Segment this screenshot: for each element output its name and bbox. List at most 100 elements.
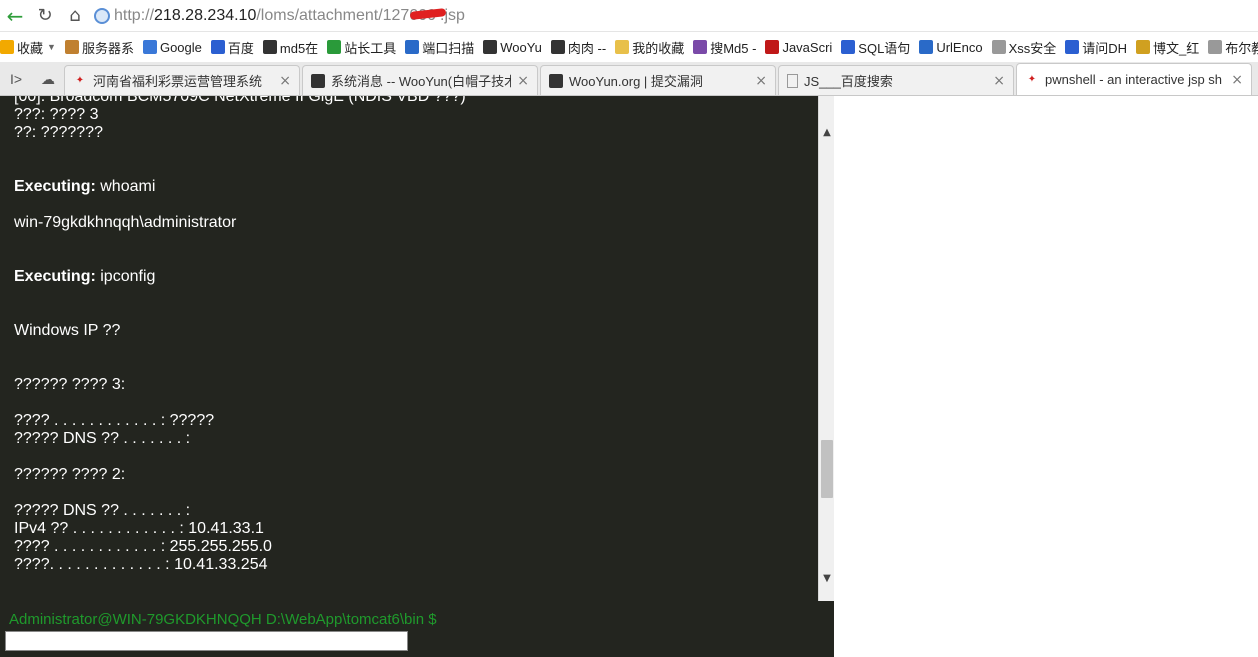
url-host: 218.28.234.10 [154,6,257,24]
chevron-down-icon[interactable]: ▼ [47,42,56,52]
browser-tab[interactable]: WooYun.org | 提交漏洞 × [540,65,776,95]
executing-label: Executing: [14,268,96,285]
terminal-line: IPv4 ?? . . . . . . . . . . . . : 10.41.… [14,520,264,537]
browser-tab[interactable]: 系统消息 -- WooYun(白帽子技术 × [302,65,538,95]
baidu-paw-icon [210,40,225,54]
back-arrow-icon[interactable]: ← [0,1,30,31]
terminal-line: ???: ???? 3 [14,106,99,123]
bookmark-label: 百度 [227,40,254,56]
bookmark-label: Google [159,39,202,55]
executing-line: Executing: ipconfig [14,268,804,286]
w3-icon [765,40,780,54]
scroll-up-icon[interactable]: ▲ [819,124,835,140]
bookmark-item[interactable]: 站长工具 [327,38,396,57]
address-bar-row: ← ↻ ⌂ http://218.28.234.10/loms/attachme… [0,0,1258,32]
tab-title: 系统消息 -- WooYun(白帽子技术 [331,74,512,89]
page-content: [00]: Broadcom BCM5709C NetXtreme II Gig… [0,96,1258,657]
sidebar-toggle-icon[interactable]: I> [0,63,32,95]
bookmark-item[interactable]: JavaScri [765,40,832,55]
tab-strip: I> ☁ ✦ 河南省福利彩票运营管理系统 × 系统消息 -- WooYun(白帽子技术… [0,62,1258,96]
executed-command: whoami [95,178,156,195]
bookmark-label: 我的收藏 [632,40,685,56]
home-icon[interactable]: ⌂ [60,1,90,31]
reload-icon[interactable]: ↻ [30,1,60,31]
bookmark-item[interactable]: 收藏 ▼ [0,38,56,57]
browser-tab[interactable]: ✦ pwnshell - an interactive jsp sh × [1016,63,1252,95]
url-field[interactable]: http://218.28.234.10/loms/attachment/127… [94,7,465,25]
cloud-icon[interactable]: ☁ [32,63,64,95]
bookmark-label: 肉肉 -- [567,40,607,56]
terminal-line: [00]: Broadcom BCM5709C NetXtreme II Gig… [14,96,466,105]
bookmark-item[interactable]: 请问DH [1065,38,1127,57]
bookmark-item[interactable]: Xss安全 [991,38,1057,57]
lottery-icon: ✦ [1027,74,1037,85]
wrench-icon [64,40,79,54]
bookmark-label: md5在 [279,40,319,56]
bookmark-item[interactable]: 服务器系 [64,38,134,57]
bookmark-item[interactable]: WooYu [483,40,542,55]
bookmark-label: 博文_红 [1153,40,1200,56]
scroll-down-icon[interactable]: ▼ [819,570,835,586]
bookmark-label: WooYu [500,39,542,55]
bookmark-item[interactable]: 肉肉 -- [550,38,607,57]
wooyun-icon [483,40,498,54]
scroll-thumb[interactable] [821,440,833,498]
bookmark-label: 搜Md5 - [710,40,757,56]
bookmark-item[interactable]: md5在 [262,38,319,57]
page-icon [1208,40,1223,54]
bookmark-label: Xss安全 [1008,40,1057,56]
site-tool-icon [327,40,342,54]
tab-title: 河南省福利彩票运营管理系统 [93,74,263,89]
terminal-line: ????? DNS ?? . . . . . . . : [14,430,191,447]
close-icon[interactable]: × [517,73,529,89]
terminal-line: ?????? ???? 3: [14,376,126,393]
tab-title: JS___百度搜索 [804,74,893,89]
close-icon[interactable]: × [279,73,291,89]
close-icon[interactable]: × [1231,72,1243,88]
scan-icon [919,40,934,54]
baidu-paw-icon [1065,40,1080,54]
terminal-line: ???? . . . . . . . . . . . . : ????? [14,412,215,429]
tab-title: pwnshell - an interactive jsp sh [1045,72,1223,87]
executing-label: Executing: [14,178,96,195]
globe-icon [94,7,110,24]
bookmark-label: 布尔教 [1225,40,1258,56]
terminal-scrollbar[interactable]: ▲ ▼ [818,96,834,601]
bookmark-label: 请问DH [1082,40,1128,56]
bookmark-item[interactable]: SQL语句 [841,38,910,57]
bookmark-item[interactable]: 布尔教 [1208,38,1258,57]
scan-icon [405,40,420,54]
browser-tab[interactable]: JS___百度搜索 × [778,65,1014,95]
bookmark-item[interactable]: 端口扫描 [405,38,474,57]
blog-icon [1136,40,1151,54]
terminal-line: ????. . . . . . . . . . . . . : 10.41.33… [14,556,268,573]
bookmark-item[interactable]: UrlEnco [919,40,983,55]
wooyun-icon [549,73,563,88]
bookmark-item[interactable]: 搜Md5 - [693,38,756,57]
bookmark-label: 端口扫描 [422,40,475,56]
bookmark-item[interactable]: 博文_红 [1136,38,1199,57]
terminal-line: ???? . . . . . . . . . . . . : 255.255.2… [14,538,272,555]
page-icon [787,73,798,88]
close-icon[interactable]: × [755,73,767,89]
command-input[interactable] [5,631,408,651]
star-icon [0,40,14,54]
bookmark-item[interactable]: 我的收藏 [615,38,684,57]
browser-tab[interactable]: ✦ 河南省福利彩票运营管理系统 × [64,65,300,95]
lottery-icon: ✦ [75,75,85,86]
bookmark-item[interactable]: 百度 [210,38,254,57]
shell-prompt: Administrator@WIN-79GKDKHNQQH D:\WebApp\… [9,611,437,628]
close-icon[interactable]: × [993,73,1005,89]
bookmark-item[interactable]: Google [142,39,202,55]
folder-icon [615,40,630,54]
md5-search-icon [693,40,708,54]
terminal-output: [00]: Broadcom BCM5709C NetXtreme II Gig… [0,96,818,601]
